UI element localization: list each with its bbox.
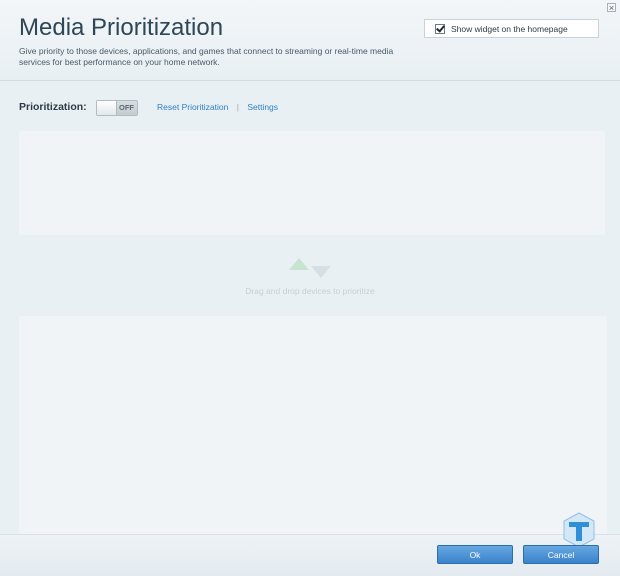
show-widget-checkbox[interactable]: Show widget on the homepage — [424, 19, 599, 38]
normal-priority-panel[interactable] — [19, 316, 607, 534]
prioritization-links: Reset Prioritization | Settings — [157, 102, 278, 112]
toggle-state-text: OFF — [119, 103, 134, 112]
cancel-button[interactable]: Cancel — [523, 545, 599, 564]
high-priority-panel[interactable] — [19, 131, 605, 235]
checkbox-checked-icon[interactable] — [435, 23, 445, 34]
dialog-header: Media Prioritization Give priority to th… — [0, 0, 620, 81]
page-title: Media Prioritization — [19, 14, 224, 41]
toggle-knob[interactable] — [97, 101, 117, 115]
link-separator: | — [236, 102, 239, 112]
drag-drop-text: Drag and drop devices to prioritize — [245, 286, 375, 296]
reset-prioritization-link[interactable]: Reset Prioritization — [157, 102, 228, 112]
watermark-logo-icon — [563, 512, 595, 548]
prioritization-label: Prioritization: — [19, 101, 87, 113]
show-widget-label: Show widget on the homepage — [451, 23, 568, 34]
ok-button[interactable]: Ok — [437, 545, 513, 564]
page-description: Give priority to those devices, applicat… — [19, 46, 394, 67]
settings-link[interactable]: Settings — [247, 102, 278, 112]
close-icon[interactable]: × — [607, 3, 616, 13]
up-down-arrows-icon — [0, 258, 620, 278]
drag-drop-hint: Drag and drop devices to prioritize — [0, 258, 620, 296]
arrow-down-icon — [311, 266, 331, 278]
arrow-up-icon — [289, 258, 309, 270]
prioritization-toggle[interactable]: OFF — [96, 100, 138, 116]
